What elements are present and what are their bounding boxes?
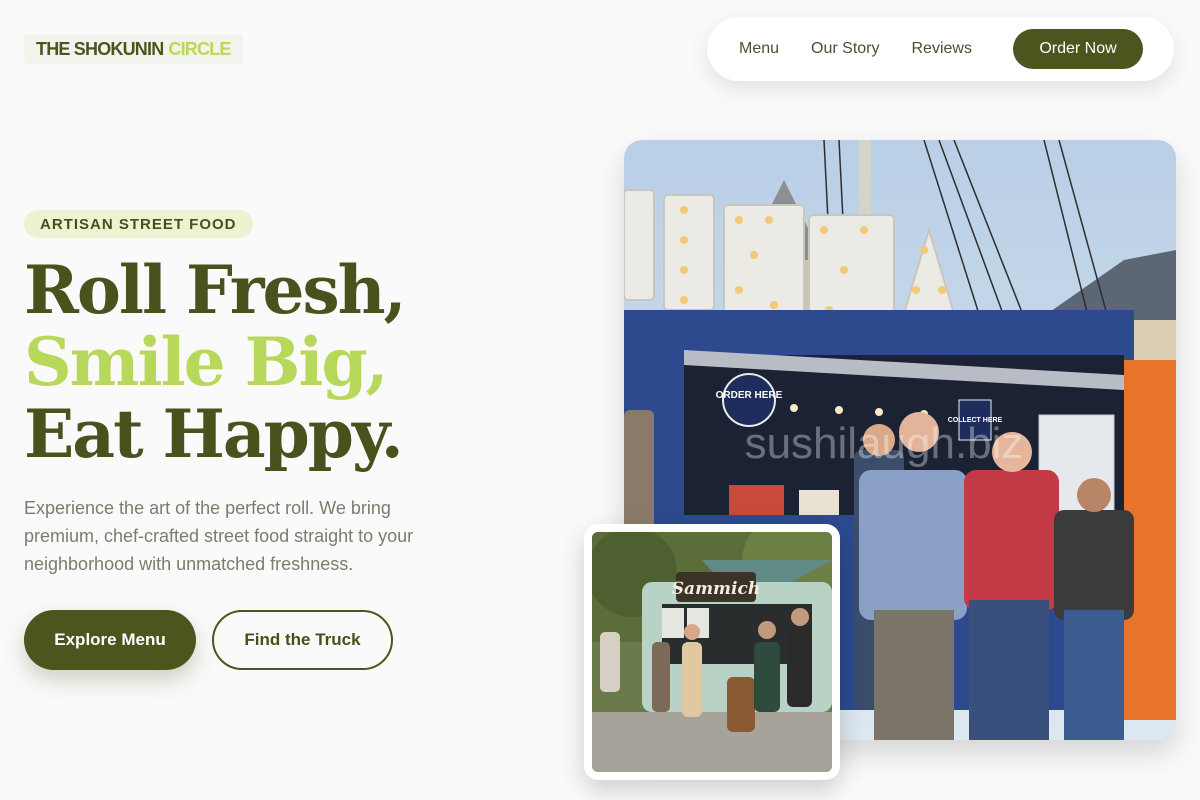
find-the-truck-button[interactable]: Find the Truck xyxy=(212,610,393,670)
nav-link-our-story[interactable]: Our Story xyxy=(811,40,879,58)
order-now-button[interactable]: Order Now xyxy=(1013,29,1143,69)
brand-logo[interactable]: THE SHOKUNIN CIRCLE xyxy=(24,34,243,64)
hero-headline: Roll Fresh, Smile Big, Eat Happy. xyxy=(24,251,407,473)
hero-description: Experience the art of the perfect roll. … xyxy=(24,498,414,574)
inset-photo-sammich-truck: Sammich xyxy=(584,524,840,780)
headline-line-2: Smile Big, xyxy=(24,323,389,401)
photo-watermark: sushilaugh.biz xyxy=(745,419,1024,468)
brand-name-accent: CIRCLE xyxy=(168,38,231,59)
nav-link-menu[interactable]: Menu xyxy=(739,40,779,58)
nav-link-reviews[interactable]: Reviews xyxy=(912,40,972,58)
sammich-sign: Sammich xyxy=(672,579,760,599)
headline-line-1: Roll Fresh, xyxy=(24,251,407,329)
explore-menu-button[interactable]: Explore Menu xyxy=(24,610,196,670)
order-here-sign: ORDER HERE xyxy=(716,390,783,401)
headline-line-3: Eat Happy. xyxy=(24,395,404,473)
brand-name-primary: THE SHOKUNIN xyxy=(36,38,164,59)
main-nav: Menu Our Story Reviews Order Now xyxy=(707,17,1174,81)
hero-badge: ARTISAN STREET FOOD xyxy=(24,210,253,238)
